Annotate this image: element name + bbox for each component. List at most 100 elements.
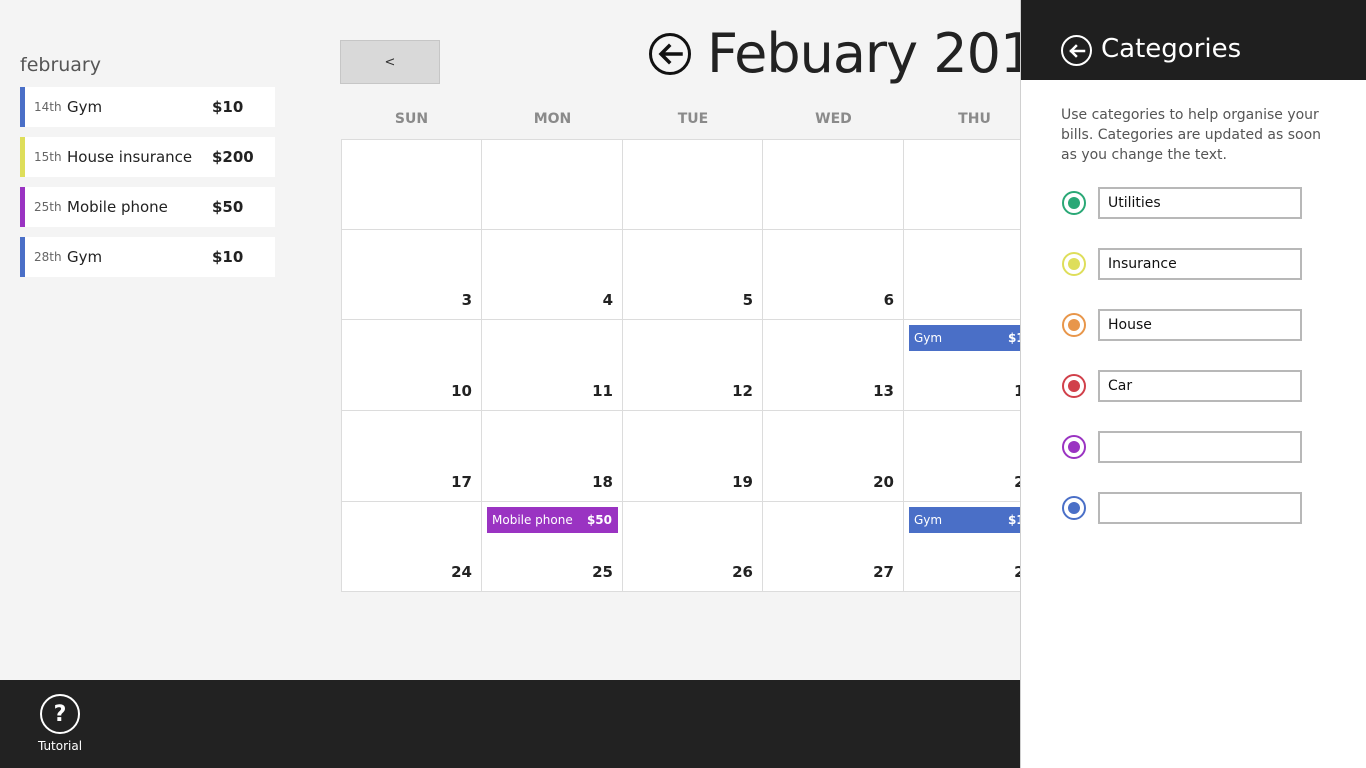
calendar-day-cell[interactable]: 7 (904, 230, 1021, 320)
day-number: 26 (732, 563, 753, 581)
day-number: 11 (592, 382, 613, 400)
day-number: 24 (451, 563, 472, 581)
category-row (1062, 370, 1302, 402)
category-color-dot (1068, 319, 1080, 331)
category-name-input[interactable] (1098, 187, 1302, 219)
calendar-day-cell[interactable] (623, 139, 763, 230)
calendar-day-cell[interactable]: 24 (341, 502, 482, 592)
calendar-day-cell[interactable] (904, 139, 1021, 230)
category-color-bar (20, 187, 25, 227)
calendar-day-cell[interactable]: 25 Mobile phone $50 (482, 502, 623, 592)
calendar-day-cell[interactable]: 3 (341, 230, 482, 320)
calendar-grid: 3 4 5 67 10 11 12 13 14Gym$10 17 18 19 20 21 24 25 Mobil… (341, 139, 1021, 593)
calendar-day-cell[interactable]: 26 (623, 502, 763, 592)
day-number: 6 (883, 291, 894, 309)
flyout-header: Categories (1021, 0, 1366, 80)
category-color-dot (1068, 197, 1080, 209)
calendar-bill-event[interactable]: Gym$10 (909, 507, 1021, 533)
event-label: Mobile phone (492, 513, 573, 527)
category-color-bar (20, 237, 25, 277)
tutorial-button[interactable]: ? Tutorial (30, 694, 90, 753)
day-number: 3 (461, 291, 472, 309)
calendar-day-cell[interactable]: 14Gym$10 (904, 320, 1021, 411)
calendar-day-cell[interactable]: 6 (763, 230, 904, 320)
calendar-title: Febuary 2013 (707, 22, 1068, 85)
event-label: Gym (914, 513, 943, 527)
day-number: 10 (451, 382, 472, 400)
bill-day: 25th (34, 200, 62, 214)
bill-list-item[interactable]: 15th House insurance $200 (20, 137, 275, 177)
bill-list-item[interactable]: 25th Mobile phone $50 (20, 187, 275, 227)
category-name-input[interactable] (1098, 248, 1302, 280)
calendar-day-cell[interactable]: 10 (341, 320, 482, 411)
day-number: 17 (451, 473, 472, 491)
category-color-swatch[interactable] (1062, 313, 1086, 337)
day-number: 20 (873, 473, 894, 491)
bill-list-item[interactable]: 28th Gym $10 (20, 237, 275, 277)
bill-name: House insurance (67, 148, 193, 166)
day-number: 19 (732, 473, 753, 491)
calendar-day-cell[interactable] (341, 139, 482, 230)
category-color-dot (1068, 380, 1080, 392)
bill-day: 14th (34, 100, 62, 114)
calendar-day-cell[interactable]: 12 (623, 320, 763, 411)
bill-day: 15th (34, 150, 62, 164)
day-number: 5 (742, 291, 753, 309)
event-label: Gym (914, 331, 943, 345)
calendar-day-cell[interactable]: 27 (763, 502, 904, 592)
category-color-swatch[interactable] (1062, 252, 1086, 276)
category-color-swatch[interactable] (1062, 435, 1086, 459)
bill-name: Gym (67, 98, 103, 116)
bill-name: Mobile phone (67, 198, 168, 216)
calendar-day-cell[interactable]: 20 (763, 411, 904, 502)
calendar-bill-event[interactable]: Mobile phone $50 (487, 507, 618, 533)
day-number: 18 (592, 473, 613, 491)
calendar-day-cell[interactable]: 17 (341, 411, 482, 502)
category-color-swatch[interactable] (1062, 496, 1086, 520)
category-color-swatch[interactable] (1062, 374, 1086, 398)
category-name-input[interactable] (1098, 370, 1302, 402)
back-arrow-icon (1068, 43, 1085, 58)
weekday-header-sun: SUN (394, 111, 429, 127)
category-name-input[interactable] (1098, 309, 1302, 341)
calendar-day-cell[interactable]: 11 (482, 320, 623, 411)
category-name-input[interactable] (1098, 431, 1302, 463)
bill-list-item[interactable]: 14th Gym $10 (20, 87, 275, 127)
bill-amount: $10 (212, 98, 244, 116)
flyout-title: Categories (1101, 34, 1242, 64)
calendar-day-cell[interactable] (763, 139, 904, 230)
calendar-day-cell[interactable]: 4 (482, 230, 623, 320)
categories-description: Use categories to help organise your bil… (1061, 107, 1322, 163)
day-number: 27 (873, 563, 894, 581)
category-row (1062, 492, 1302, 524)
calendar-bill-event[interactable]: Gym$10 (909, 325, 1021, 351)
back-button[interactable] (649, 33, 691, 75)
calendar-day-cell[interactable]: 19 (623, 411, 763, 502)
previous-month-button[interactable]: < (340, 40, 440, 84)
day-number: 13 (873, 382, 894, 400)
calendar-day-cell[interactable]: 5 (623, 230, 763, 320)
tutorial-label: Tutorial (37, 739, 83, 753)
category-color-swatch[interactable] (1062, 191, 1086, 215)
weekday-header-wed: WED (815, 111, 852, 127)
calendar-day-cell[interactable]: 28Gym$10 (904, 502, 1021, 592)
calendar-day-cell[interactable]: 18 (482, 411, 623, 502)
flyout-back-button[interactable] (1061, 35, 1092, 66)
calendar-day-cell[interactable] (482, 139, 623, 230)
category-row (1062, 309, 1302, 341)
categories-flyout: Categories Use categories to help organi… (1020, 0, 1366, 768)
calendar-day-cell[interactable]: 13 (763, 320, 904, 411)
event-amount: $50 (586, 513, 612, 527)
category-row (1062, 248, 1302, 280)
day-number: 25 (592, 563, 613, 581)
category-color-dot (1068, 441, 1080, 453)
sidebar-month-label: february (20, 54, 101, 76)
category-name-input[interactable] (1098, 492, 1302, 524)
category-color-dot (1068, 502, 1080, 514)
category-row (1062, 187, 1302, 219)
calendar-day-cell[interactable]: 21 (904, 411, 1021, 502)
day-number: 12 (732, 382, 753, 400)
weekday-header-tue: TUE (677, 111, 709, 127)
bill-amount: $50 (212, 198, 244, 216)
back-arrow-icon (658, 43, 683, 65)
